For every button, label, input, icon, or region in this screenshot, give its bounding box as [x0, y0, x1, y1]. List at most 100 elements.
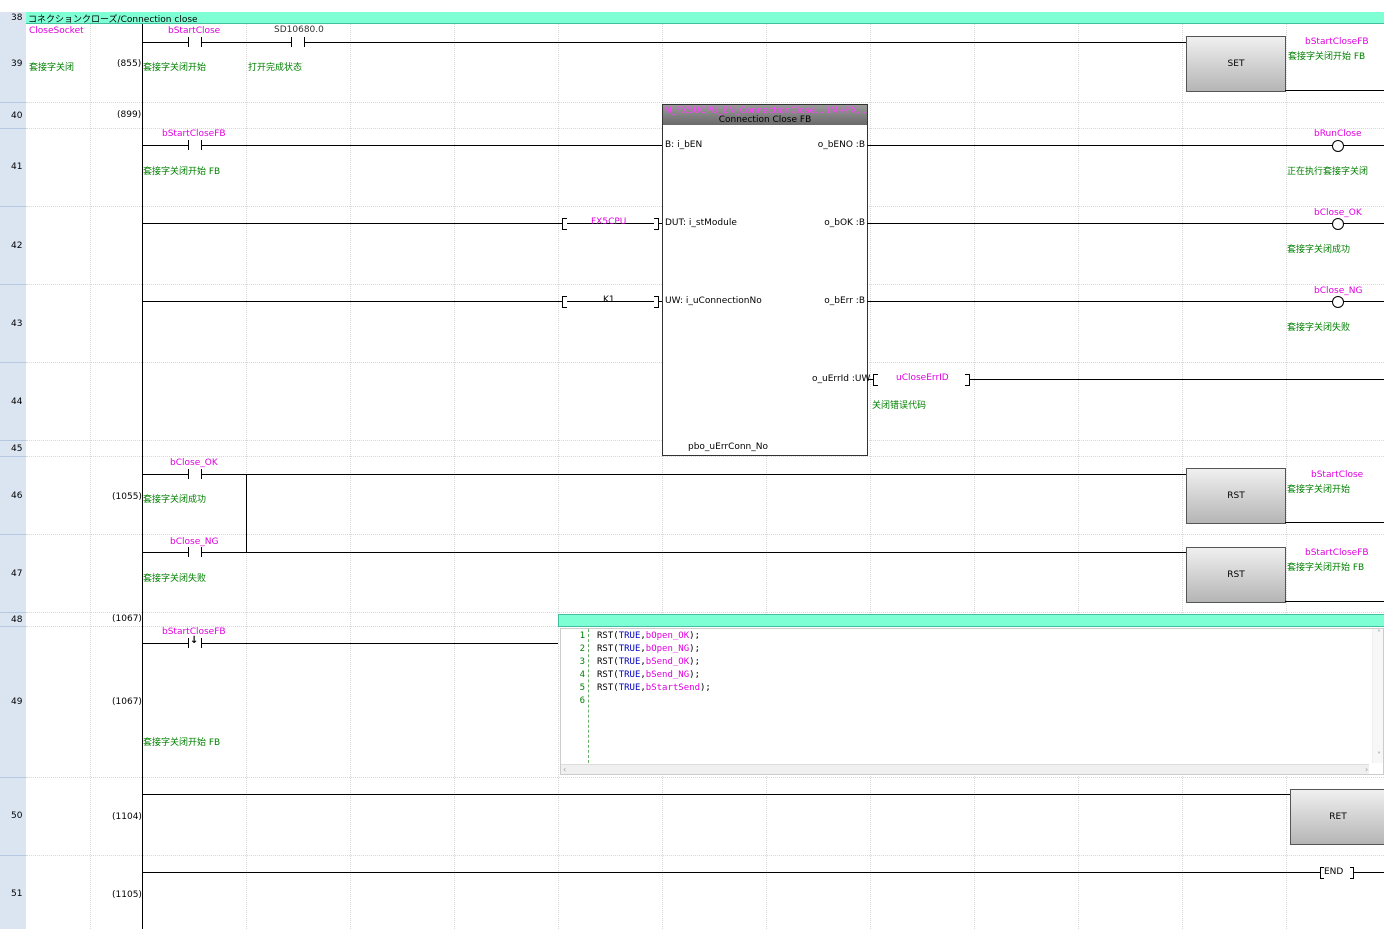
- code-lines: 1 RST(TRUE,bOpen_OK); 2 RST(TRUE,bOpen_NG)…: [561, 631, 711, 709]
- no-contact[interactable]: [291, 37, 305, 47]
- rung-wire: [867, 223, 1384, 224]
- output-coil[interactable]: [1332, 218, 1344, 230]
- line-number: 6: [579, 696, 585, 706]
- row-header-43[interactable]: 43: [0, 285, 26, 363]
- step-number: (1067): [112, 697, 142, 707]
- no-contact[interactable]: [188, 140, 202, 150]
- code-keyword: RST: [597, 683, 614, 693]
- device-comment: 套接字关闭失败: [143, 574, 207, 584]
- code-line[interactable]: 6: [561, 696, 711, 709]
- row-number: 47: [11, 569, 23, 579]
- code-constant: TRUE: [618, 670, 641, 680]
- device-comment: 套接字关闭成功: [143, 495, 207, 505]
- device-label: bClose_NG: [170, 537, 219, 547]
- code-constant: TRUE: [618, 683, 641, 693]
- code-variable: bOpen_NG: [645, 644, 690, 654]
- code-line[interactable]: 2 RST(TRUE,bOpen_NG);: [561, 644, 711, 657]
- fb-arg-conn[interactable]: K1: [603, 295, 615, 305]
- device-comment: 套接字关闭成功: [1287, 245, 1351, 255]
- grid-line: [26, 102, 1384, 103]
- output-coil[interactable]: [1332, 296, 1344, 308]
- rung-wire: [143, 794, 1290, 795]
- row-header-45[interactable]: 45: [0, 441, 26, 457]
- row-header-49[interactable]: 49: [0, 627, 26, 778]
- row-header-50[interactable]: 50: [0, 778, 26, 856]
- rung-wire: [867, 379, 873, 380]
- no-contact[interactable]: [188, 469, 202, 479]
- horizontal-scrollbar[interactable]: [561, 764, 1369, 774]
- connection-close-fb[interactable]: M_FX5UCPU_EN_ConnectionClose… (M+FX… Con…: [662, 104, 868, 456]
- device-comment: 关闭错误代码: [872, 401, 927, 411]
- fb-output-err: o_bErr :B: [824, 296, 865, 306]
- scroll-down-icon[interactable]: ˅: [1377, 751, 1381, 760]
- row-number: 40: [11, 111, 23, 121]
- code-line[interactable]: 1 RST(TRUE,bOpen_OK);: [561, 631, 711, 644]
- rung-wire: [143, 145, 662, 146]
- scroll-up-icon[interactable]: ˄: [1377, 629, 1381, 638]
- no-contact[interactable]: [188, 547, 202, 557]
- device-comment: 套接字关闭开始: [1287, 485, 1351, 495]
- row-header-46[interactable]: 46: [0, 457, 26, 535]
- parallel-branch: [246, 474, 247, 552]
- fb-output-errid: o_uErrId :UW: [812, 374, 871, 384]
- row-number: 44: [11, 397, 23, 407]
- step-number: (855): [117, 59, 142, 69]
- output-coil[interactable]: [1332, 140, 1344, 152]
- row-header-42[interactable]: 42: [0, 207, 26, 285]
- row-header-41[interactable]: 41: [0, 129, 26, 207]
- end-instruction[interactable]: END: [1324, 867, 1344, 877]
- code-line[interactable]: 4 RST(TRUE,bSend_NG);: [561, 670, 711, 683]
- code-keyword: RST: [597, 644, 614, 654]
- code-line[interactable]: 3 RST(TRUE,bSend_OK);: [561, 657, 711, 670]
- no-contact[interactable]: [188, 37, 202, 47]
- row-number: 39: [11, 59, 23, 69]
- statement-label[interactable]: CloseSocket: [29, 26, 84, 36]
- arg-bracket-right: [965, 374, 970, 386]
- scroll-right-icon[interactable]: ›: [1365, 765, 1368, 774]
- grid-line: [26, 456, 1384, 457]
- device-label: bRunClose: [1314, 129, 1362, 139]
- fb-input-dut: DUT: i_stModule: [665, 218, 737, 228]
- device-comment: 套接字关闭开始 FB: [143, 167, 221, 177]
- arg-bracket-left: [562, 296, 567, 308]
- row-header-39[interactable]: 39: [0, 24, 26, 103]
- device-comment: 套接字关闭开始 FB: [1287, 563, 1365, 573]
- row-header-48[interactable]: 48: [0, 613, 26, 627]
- row-number: 48: [11, 615, 23, 625]
- rst-instruction[interactable]: RST: [1186, 468, 1286, 524]
- inline-st-header[interactable]: [558, 614, 1384, 627]
- st-code-editor[interactable]: 1 RST(TRUE,bOpen_OK); 2 RST(TRUE,bOpen_NG)…: [560, 628, 1384, 775]
- fb-arg-module[interactable]: FX5CPU: [591, 217, 626, 227]
- code-variable: bStartSend: [645, 683, 700, 693]
- code-line[interactable]: 5 RST(TRUE,bStartSend);: [561, 683, 711, 696]
- device-comment: 套接字关闭开始 FB: [143, 738, 221, 748]
- row-number: 45: [11, 444, 23, 454]
- line-number: 4: [579, 670, 585, 680]
- rst-instruction[interactable]: RST: [1186, 547, 1286, 603]
- fb-errid-variable[interactable]: uCloseErrID: [896, 373, 949, 383]
- line-number: 1: [579, 631, 585, 641]
- ret-instruction[interactable]: RET: [1290, 789, 1384, 845]
- rung-wire: [1285, 601, 1384, 602]
- code-keyword: RST: [597, 670, 614, 680]
- code-keyword: RST: [597, 657, 614, 667]
- code-variable: bOpen_OK: [645, 631, 690, 641]
- line-number: 3: [579, 657, 585, 667]
- row-header-44[interactable]: 44: [0, 363, 26, 441]
- rung-wire: [143, 301, 662, 302]
- statement-comment-bar[interactable]: [26, 12, 1384, 24]
- rung-wire: [1285, 522, 1384, 523]
- row-header-47[interactable]: 47: [0, 535, 26, 613]
- row-number: 42: [11, 241, 23, 251]
- row-header-51[interactable]: 51: [0, 856, 26, 929]
- fb-output-ok: o_bOK :B: [824, 218, 865, 228]
- device-comment: 套接字关闭失败: [1287, 323, 1351, 333]
- row-header-40[interactable]: 40: [0, 103, 26, 129]
- set-instruction[interactable]: SET: [1186, 36, 1286, 92]
- rung-wire: [867, 145, 1384, 146]
- row-number: 46: [11, 491, 23, 501]
- device-comment: 打开完成状态: [248, 63, 303, 73]
- device-label: SD10680.0: [274, 25, 324, 35]
- scroll-left-icon[interactable]: ‹: [563, 765, 566, 774]
- vertical-scrollbar[interactable]: [1372, 629, 1383, 763]
